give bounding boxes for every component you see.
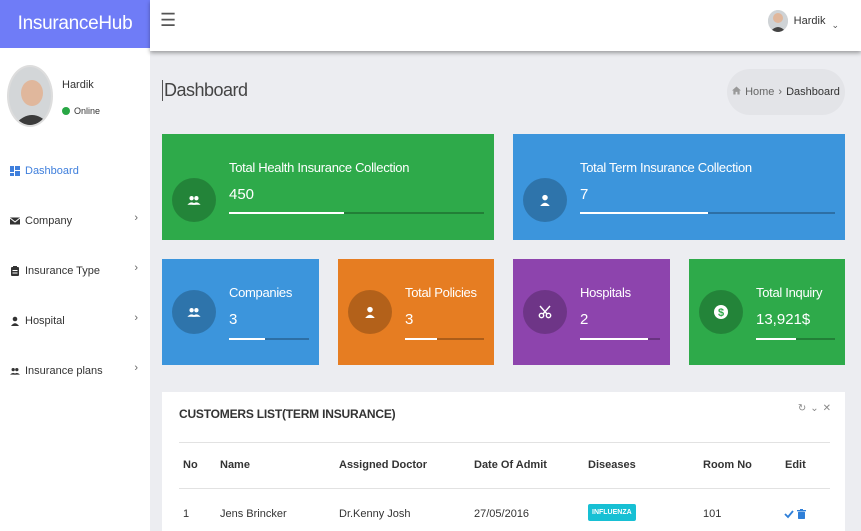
clipboard-icon (10, 266, 20, 276)
cell-doctor: Dr.Kenny Josh (339, 508, 411, 520)
column-header-no: No (183, 459, 198, 471)
customers-list-panel: CUSTOMERS LIST(TERM INSURANCE) ↻ ⌄ ✕ No … (162, 392, 845, 531)
sidebar-item-company[interactable]: Company › (10, 211, 142, 231)
sidebar-item-hospital[interactable]: Hospital › (10, 311, 142, 331)
scissors-icon (523, 290, 567, 334)
row-actions (784, 506, 806, 524)
profile-avatar (7, 65, 53, 127)
top-navbar: ☰ Hardik ⌄ (150, 0, 861, 51)
stat-card-progress (229, 212, 484, 214)
stat-card-progress (229, 338, 309, 340)
dashboard-icon (10, 166, 20, 176)
column-header-edit: Edit (785, 459, 806, 471)
close-icon[interactable]: ✕ (823, 403, 831, 414)
stat-card-total-inquiry[interactable]: $ Total Inquiry 13,921$ (689, 259, 845, 365)
people-icon (172, 178, 216, 222)
cell-room: 101 (703, 508, 722, 520)
breadcrumb-current: Dashboard (786, 86, 840, 98)
stat-card-label: Companies (229, 285, 293, 300)
dollar-icon: $ (699, 290, 743, 334)
column-header-diseases: Diseases (588, 459, 636, 471)
people-icon (10, 366, 20, 376)
stat-card-label: Hospitals (580, 285, 631, 300)
column-header-name: Name (220, 459, 250, 471)
stat-card-term-insurance[interactable]: Total Term Insurance Collection 7 (513, 134, 845, 240)
collapse-icon[interactable]: ⌄ (810, 403, 818, 414)
chevron-right-icon: › (134, 262, 138, 274)
sidebar-item-label: Insurance Type (25, 265, 101, 277)
profile-name: Hardik (62, 79, 94, 91)
user-menu[interactable]: Hardik ⌄ (767, 10, 839, 32)
column-header-doctor: Assigned Doctor (339, 459, 428, 471)
stat-card-companies[interactable]: Companies 3 (162, 259, 319, 365)
svg-text:$: $ (718, 307, 724, 319)
people-icon (172, 290, 216, 334)
chevron-right-icon: › (134, 212, 138, 224)
stat-card-hospitals[interactable]: Hospitals 2 (513, 259, 670, 365)
stat-card-progress (580, 338, 660, 340)
stat-card-label: Total Health Insurance Collection (229, 160, 410, 175)
check-icon[interactable] (784, 506, 794, 524)
breadcrumb-home-link[interactable]: Home (745, 86, 774, 98)
refresh-icon[interactable]: ↻ (798, 403, 806, 414)
page-title: Dashboard (162, 80, 248, 101)
breadcrumb-separator: › (778, 86, 783, 98)
profile-status-text: Online (74, 106, 101, 116)
table-header-divider (179, 488, 830, 489)
sidebar-item-insurance-plans[interactable]: Insurance plans › (10, 361, 142, 381)
stat-card-label: Total Term Insurance Collection (580, 160, 752, 175)
stat-card-progress (756, 338, 835, 340)
stat-card-value: 450 (229, 186, 255, 203)
stat-card-label: Total Policies (405, 285, 477, 300)
sidebar-item-label: Hospital (25, 315, 65, 327)
sidebar-item-label: Dashboard (25, 165, 79, 177)
stat-card-progress (405, 338, 484, 340)
user-menu-name: Hardik (793, 15, 826, 27)
stat-card-value: 3 (405, 311, 414, 328)
sidebar-item-dashboard[interactable]: Dashboard (10, 161, 142, 181)
stat-card-progress (580, 212, 835, 214)
user-avatar (767, 10, 788, 32)
person-icon (10, 316, 20, 326)
column-header-room: Room No (703, 459, 752, 471)
profile-status: Online (62, 106, 100, 116)
stat-card-label: Total Inquiry (756, 285, 823, 300)
chevron-right-icon: › (134, 362, 138, 374)
stat-card-value: 3 (229, 311, 238, 328)
cell-name: Jens Brincker (220, 508, 287, 520)
panel-divider (179, 442, 830, 443)
stat-card-value: 2 (580, 311, 589, 328)
cell-date: 27/05/2016 (474, 508, 530, 520)
column-header-date: Date Of Admit (474, 459, 547, 471)
app-brand[interactable]: InsuranceHub (0, 0, 150, 48)
chevron-down-icon: ⌄ (831, 19, 839, 30)
cell-no: 1 (183, 508, 190, 520)
person-icon (348, 290, 392, 334)
online-status-dot (62, 107, 70, 115)
sidebar-item-label: Insurance plans (25, 365, 103, 377)
person-icon (523, 178, 567, 222)
panel-title: CUSTOMERS LIST(TERM INSURANCE) (179, 407, 396, 421)
stat-card-total-policies[interactable]: Total Policies 3 (338, 259, 494, 365)
breadcrumb: Home › Dashboard (727, 69, 845, 115)
trash-icon[interactable] (797, 506, 806, 524)
disease-badge: INFLUENZA (588, 504, 636, 521)
envelope-icon (10, 216, 20, 226)
sidebar: Hardik Online (0, 48, 150, 531)
stat-card-value: 13,921$ (756, 311, 811, 328)
sidebar-item-label: Company (25, 215, 73, 227)
stat-card-value: 7 (580, 186, 589, 203)
hamburger-menu-icon[interactable]: ☰ (160, 10, 176, 31)
chevron-right-icon: › (134, 312, 138, 324)
stat-card-health-insurance[interactable]: Total Health Insurance Collection 450 (162, 134, 494, 240)
panel-tools: ↻ ⌄ ✕ (798, 403, 831, 414)
home-icon[interactable] (732, 86, 742, 98)
sidebar-item-insurance-type[interactable]: Insurance Type › (10, 261, 142, 281)
